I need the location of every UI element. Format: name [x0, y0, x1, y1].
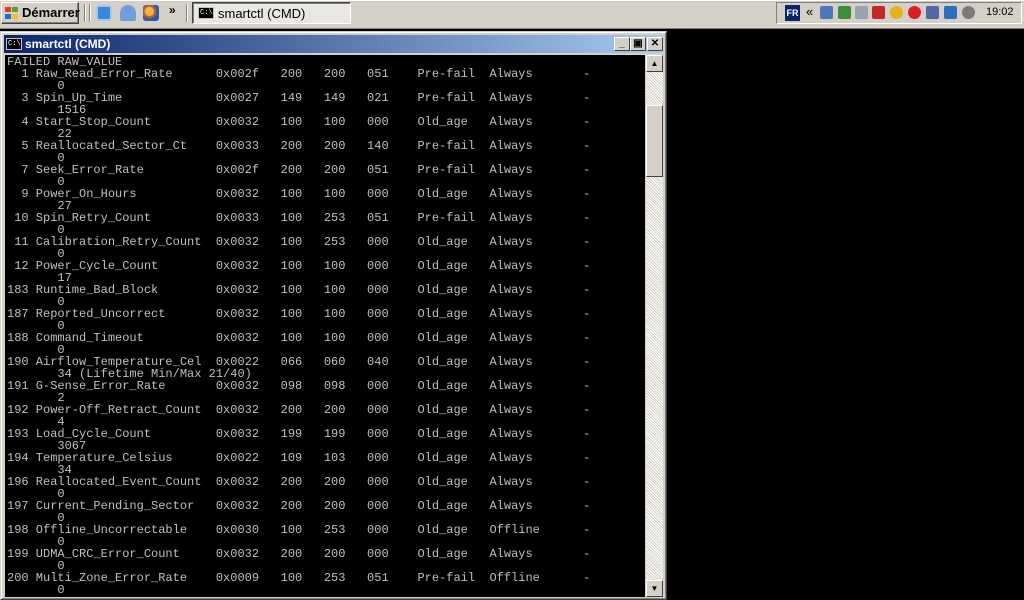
language-indicator[interactable]: FR: [785, 5, 800, 21]
console-attribute-line: 1 Raw_Read_Error_Rate 0x002f 200 200 051…: [7, 67, 591, 81]
security-icon[interactable]: [890, 6, 903, 19]
start-button[interactable]: Démarrer: [1, 2, 80, 24]
console-attribute-line: 4 Start_Stop_Count 0x0032 100 100 000 Ol…: [7, 115, 591, 129]
start-label: Démarrer: [22, 5, 80, 20]
console-attribute-line: 198 Offline_Uncorrectable 0x0030 100 253…: [7, 523, 591, 537]
minimize-button[interactable]: _: [614, 37, 630, 51]
taskbar-button-smartctl[interactable]: C:\ smartctl (CMD): [192, 2, 351, 24]
taskbar-button-label: smartctl (CMD): [218, 6, 306, 21]
maximize-button[interactable]: ▣: [630, 37, 646, 51]
taskbar: Démarrer » C:\ smartctl (CMD) FR « 19:02: [0, 0, 1024, 29]
console-attribute-line: 12 Power_Cycle_Count 0x0032 100 100 000 …: [7, 259, 591, 273]
taskbar-separator: [186, 4, 188, 22]
window-title: smartctl (CMD): [25, 37, 111, 51]
console-attribute-line: 9 Power_On_Hours 0x0032 100 100 000 Old_…: [7, 187, 591, 201]
vertical-scrollbar[interactable]: ▲ ▼: [646, 55, 663, 597]
console-attribute-line: 3 Spin_Up_Time 0x0027 149 149 021 Pre-fa…: [7, 91, 591, 105]
scroll-up-button[interactable]: ▲: [646, 55, 663, 72]
console-attribute-line: 196 Reallocated_Event_Count 0x0032 200 2…: [7, 475, 591, 489]
ie-icon[interactable]: [96, 5, 112, 21]
console-attribute-line: 197 Current_Pending_Sector 0x0032 200 20…: [7, 499, 591, 513]
console-attribute-line: 194 Temperature_Celsius 0x0022 109 103 0…: [7, 451, 591, 465]
update-icon[interactable]: [838, 6, 851, 19]
console-raw-value-line: 0: [7, 583, 65, 597]
windows-logo-icon: [5, 7, 18, 19]
console-attribute-line: 188 Command_Timeout 0x0032 100 100 000 O…: [7, 331, 591, 345]
network-icon[interactable]: [820, 6, 833, 19]
console-attribute-line: 10 Spin_Retry_Count 0x0033 100 253 051 P…: [7, 211, 591, 225]
taskbar-separator: [84, 4, 86, 22]
volume-muted-icon[interactable]: [926, 6, 939, 19]
cmd-icon: C:\: [198, 7, 214, 19]
console-window: C:\ smartctl (CMD) _ ▣ ✕ FAILED RAW_VALU…: [0, 31, 667, 600]
gear-icon[interactable]: [962, 6, 975, 19]
display-icon[interactable]: [944, 6, 957, 19]
scroll-down-button[interactable]: ▼: [646, 580, 663, 597]
clock[interactable]: 19:02: [986, 6, 1014, 18]
console-attribute-line: 193 Load_Cycle_Count 0x0032 199 199 000 …: [7, 427, 591, 441]
firefox-icon[interactable]: [143, 5, 159, 21]
console-output[interactable]: FAILED RAW_VALUE 1 Raw_Read_Error_Rate 0…: [5, 55, 645, 597]
console-attribute-line: 183 Runtime_Bad_Block 0x0032 100 100 000…: [7, 283, 591, 297]
console-attribute-line: 200 Multi_Zone_Error_Rate 0x0009 100 253…: [7, 571, 591, 585]
device-icon[interactable]: [855, 6, 868, 19]
console-attribute-line: 7 Seek_Error_Rate 0x002f 200 200 051 Pre…: [7, 163, 591, 177]
window-titlebar[interactable]: C:\ smartctl (CMD) _ ▣ ✕: [4, 35, 663, 53]
scroll-thumb[interactable]: [646, 105, 663, 177]
cmd-icon[interactable]: C:\: [6, 38, 22, 50]
antivirus-icon[interactable]: [872, 6, 885, 19]
console-attribute-line: 191 G-Sense_Error_Rate 0x0032 098 098 00…: [7, 379, 591, 393]
opera-icon[interactable]: [908, 6, 921, 19]
desktop-icon[interactable]: [120, 5, 136, 21]
quicklaunch-overflow-chevron-icon[interactable]: »: [169, 3, 176, 17]
console-attribute-line: 199 UDMA_CRC_Error_Count 0x0032 200 200 …: [7, 547, 591, 561]
console-attribute-line: 5 Reallocated_Sector_Ct 0x0033 200 200 1…: [7, 139, 591, 153]
console-attribute-line: 11 Calibration_Retry_Count 0x0032 100 25…: [7, 235, 591, 249]
taskbar-separator: [89, 4, 91, 22]
console-attribute-line: 187 Reported_Uncorrect 0x0032 100 100 00…: [7, 307, 591, 321]
close-button[interactable]: ✕: [647, 37, 663, 51]
console-attribute-line: 192 Power-Off_Retract_Count 0x0032 200 2…: [7, 403, 591, 417]
tray-expand-chevron-icon[interactable]: «: [806, 4, 813, 19]
